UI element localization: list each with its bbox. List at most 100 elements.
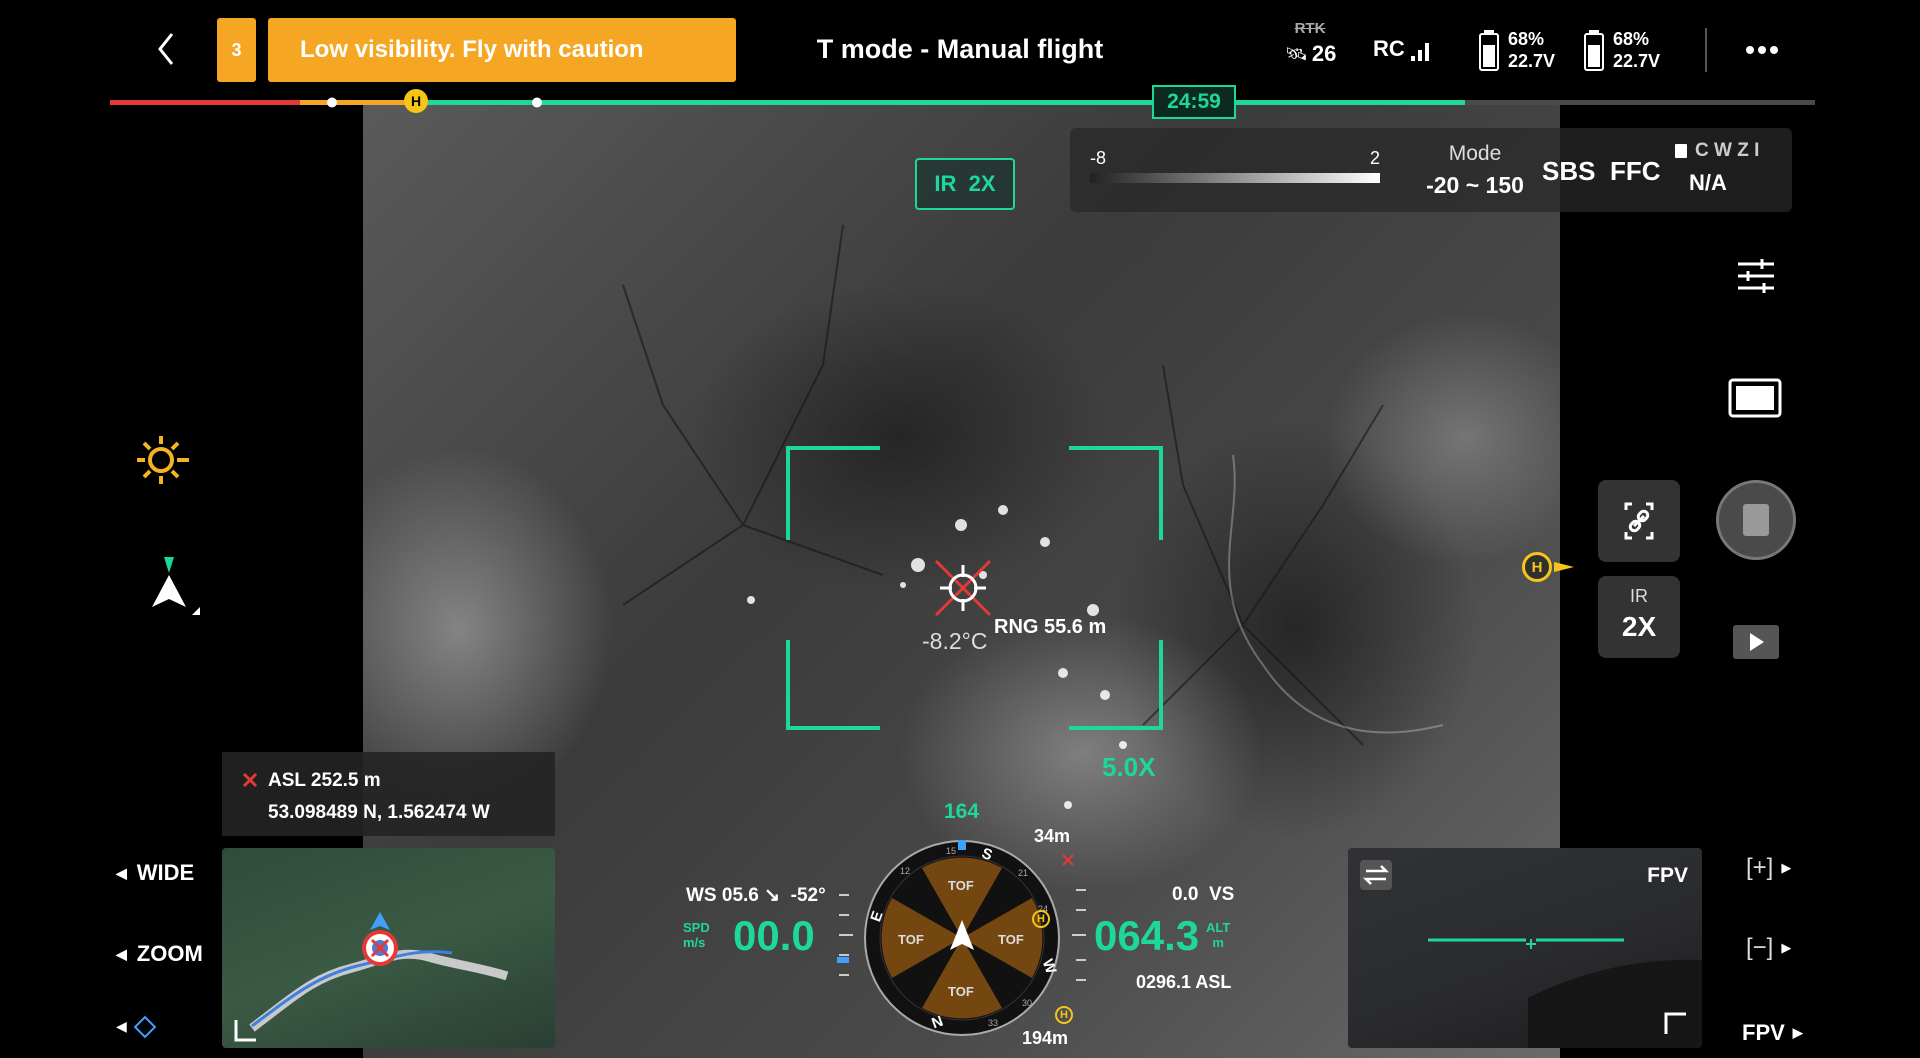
aircraft-position-icon	[362, 912, 398, 966]
rtk-status[interactable]: RTK 🛰 26	[1285, 20, 1345, 80]
caret-right-icon: ▶	[1781, 940, 1792, 955]
swap-view-icon[interactable]	[1360, 860, 1392, 890]
altitude-scale	[1072, 889, 1086, 981]
warning-count-badge[interactable]: 3	[217, 18, 256, 82]
obstacle-x-icon	[1062, 854, 1074, 866]
link-lens-button[interactable]	[1598, 480, 1680, 562]
zoom-out-button[interactable]: [−] ▶	[1746, 934, 1791, 962]
storage-value: N/A	[1689, 170, 1727, 195]
compass[interactable]: N E S W 15 12 21 24 30 33 TOF TOF TOF TO…	[862, 838, 1062, 1038]
caret-left-icon: ◀	[116, 945, 127, 962]
flight-mode-title: T mode - Manual flight	[816, 34, 1104, 64]
wind-speed: WS 05.6 ↘ -52°	[686, 885, 826, 906]
battery-1[interactable]: 68% 22.7V	[1478, 28, 1555, 72]
caret-left-icon: ◀	[116, 1018, 127, 1034]
map-layer-button[interactable]: ◀	[116, 1015, 157, 1038]
link-icon	[1624, 502, 1654, 540]
zoom-out-icon: [−]	[1746, 934, 1774, 961]
rc-signal[interactable]: RC	[1373, 36, 1433, 62]
playback-icon[interactable]	[1732, 624, 1780, 660]
obstacle-distance-top: 34m	[1034, 826, 1071, 846]
position-panel: ASL 252.5 m 53.098489 N, 1.562474 W	[222, 752, 555, 836]
compass-tick-15: 15	[946, 846, 957, 856]
battery-1-percent: 68%	[1508, 29, 1545, 49]
battery-icon	[1479, 30, 1499, 71]
signal-bars-icon	[1410, 43, 1429, 61]
divider	[1705, 28, 1707, 72]
thermal-mode[interactable]: Mode -20 ~ 150	[1420, 142, 1530, 199]
warning-text: Low visibility. Fly with caution	[300, 36, 644, 63]
sun-exposure-icon[interactable]	[133, 432, 193, 492]
back-button[interactable]	[148, 26, 184, 72]
target-range: RNG 55.6 m	[994, 616, 1107, 638]
battery-icon	[1584, 30, 1604, 71]
lens-zoom: 2X	[1621, 611, 1657, 642]
caret-right-icon: ▶	[1792, 1025, 1803, 1040]
compass-tick-12: 12	[900, 866, 911, 876]
display-mode-icon[interactable]	[1728, 376, 1784, 420]
zoom-button[interactable]: ◀ ZOOM	[116, 941, 203, 967]
sd-card-capture-icon	[1743, 504, 1769, 536]
home-marker-bottom: H	[1055, 1006, 1073, 1024]
fpv-switch-button[interactable]: FPV ▶	[1742, 1020, 1803, 1046]
mode-label: Mode	[1448, 142, 1502, 165]
range-min: -8	[1090, 148, 1107, 168]
sbs-button[interactable]: SBS	[1542, 156, 1595, 187]
gimbal-direction-icon[interactable]	[140, 555, 204, 619]
caret-left-icon: ◀	[116, 864, 127, 881]
minimap[interactable]	[222, 848, 555, 1048]
cwzi-label: C W Z I	[1695, 140, 1760, 161]
home-pointer-icon	[1554, 562, 1574, 572]
tof-bottom: TOF	[948, 984, 974, 999]
asl-altitude: 0296.1 ASL	[1136, 972, 1232, 992]
compass-tick-33: 33	[988, 1018, 999, 1028]
speed-scale	[837, 894, 853, 976]
sd-card-icon	[1675, 144, 1687, 158]
compass-tick-21: 21	[1018, 868, 1029, 878]
capture-button[interactable]	[1716, 480, 1796, 560]
tof-top: TOF	[948, 878, 974, 893]
compass-tick-30: 30	[1022, 998, 1033, 1008]
altitude-unit-label: ALT m	[1206, 920, 1231, 950]
battery-2-voltage: 22.7V	[1613, 51, 1661, 71]
range-max: 2	[1369, 148, 1380, 168]
fpv-label: FPV	[1647, 864, 1688, 887]
rtk-label: RTK	[1294, 20, 1326, 37]
lens-label: IR	[1630, 586, 1648, 606]
mode-value: -20 ~ 150	[1426, 172, 1524, 198]
warning-count: 3	[231, 39, 242, 60]
camera-lens-badge[interactable]: IR 2X	[915, 158, 1015, 210]
zoom-in-button[interactable]: [+] ▶	[1746, 854, 1791, 882]
heading-readout: 164	[944, 800, 980, 823]
time-remaining: 24:59	[1152, 85, 1236, 119]
altitude: 064.3	[1094, 912, 1200, 959]
crosshair-icon	[934, 559, 992, 617]
settings-sliders-icon[interactable]	[1736, 256, 1776, 296]
lens-switch-button[interactable]: IR 2X	[1598, 576, 1680, 658]
target-zoom: 5.0X	[1102, 752, 1156, 782]
gps-coordinates: 53.098489 N, 1.562474 W	[268, 802, 490, 823]
timeline-bar	[110, 97, 1815, 108]
battery-2[interactable]: 68% 22.7V	[1583, 28, 1660, 72]
expand-map-icon[interactable]	[232, 1016, 260, 1044]
diamond-icon	[133, 1015, 157, 1038]
warning-banner[interactable]: Low visibility. Fly with caution	[268, 18, 736, 82]
asl-readout: ASL 252.5 m	[268, 770, 381, 791]
battery-2-percent: 68%	[1613, 29, 1650, 49]
chevron-left-icon	[158, 33, 174, 65]
vertical-speed: 0.0 VS	[1172, 884, 1235, 905]
compass-dial	[864, 840, 1060, 1036]
more-dots-icon	[1746, 46, 1778, 54]
speed-unit-label: SPD m/s	[683, 920, 710, 950]
more-menu-button[interactable]	[1742, 36, 1782, 64]
ffc-button[interactable]: FFC	[1610, 156, 1661, 187]
timeline-home-marker: H	[404, 89, 428, 113]
expand-fpv-icon[interactable]	[1662, 1010, 1690, 1038]
satellite-count: 26	[1311, 41, 1337, 66]
target-temperature: -8.2°C	[922, 628, 988, 654]
fpv-view[interactable]: FPV	[1348, 848, 1702, 1048]
storage-status[interactable]: C W Z I N/A	[1675, 140, 1785, 196]
temp-gradient-bar[interactable]: -8 2	[1090, 148, 1380, 183]
satellite-icon: 🛰	[1285, 43, 1308, 64]
wide-button[interactable]: ◀ WIDE	[116, 860, 194, 886]
